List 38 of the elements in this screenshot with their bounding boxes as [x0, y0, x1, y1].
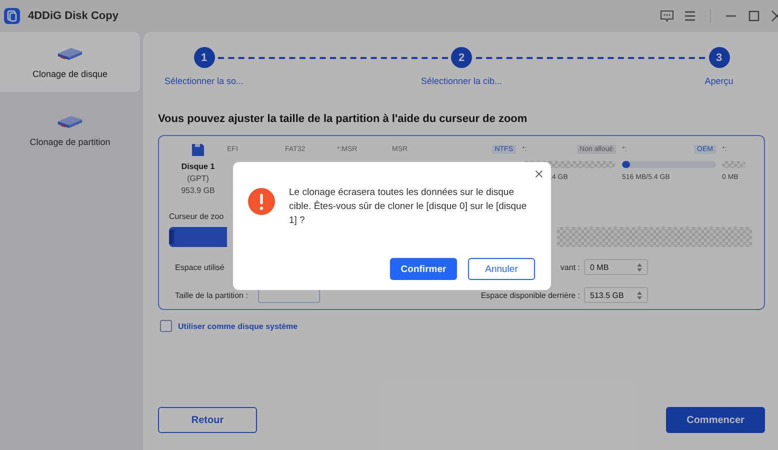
step-number: 1 [194, 47, 214, 68]
sidebar-item[interactable]: Clonage de disque [0, 32, 140, 92]
section-heading: Vous pouvez ajuster la taille de la partition à l'aide du curseur de zoom [158, 113, 528, 125]
spinner-arrows-icon[interactable] [637, 290, 642, 300]
drive-icon [56, 114, 84, 128]
step-label: Aperçu [704, 76, 734, 86]
size-input[interactable]: 513.5 GB [584, 287, 648, 303]
confirm-button[interactable]: Confirmer [390, 258, 457, 280]
cancel-button[interactable]: Annuler [468, 258, 535, 280]
disk-scheme: (GPT) [187, 174, 209, 183]
window-title: 4DDiG Disk Copy [28, 10, 118, 22]
start-button[interactable]: Commencer [666, 407, 765, 433]
warning-icon [248, 188, 275, 215]
zoom-label: Curseur de zoo [169, 212, 224, 221]
app-logo-icon [4, 8, 20, 24]
sidebar-item[interactable]: Clonage de partition [0, 100, 140, 160]
feedback-icon[interactable] [660, 10, 674, 22]
disk-size: 953.9 GB [181, 186, 215, 195]
spinner-arrows-icon[interactable] [637, 262, 642, 272]
step-label: Sélectionner la so... [164, 76, 244, 86]
step-number: 3 [708, 47, 730, 68]
checkbox-label[interactable]: Utiliser comme disque système [178, 322, 298, 330]
field-label: vant : [560, 262, 580, 272]
drive-icon [56, 46, 84, 60]
maximize-icon[interactable] [747, 10, 761, 22]
field-label: Espace utilisé [175, 262, 224, 272]
checkbox[interactable] [160, 320, 172, 332]
size-input[interactable]: 0 MB [584, 259, 648, 275]
field-label: Taille de la partition : [175, 290, 248, 300]
zoom-slider[interactable] [169, 227, 228, 247]
close-icon[interactable] [535, 170, 543, 178]
back-button[interactable]: Retour [158, 407, 257, 433]
step-label: Sélectionner la cib... [420, 76, 502, 86]
disk-name: Disque 1 [181, 162, 215, 171]
menu-icon[interactable] [683, 10, 697, 22]
step-number: 2 [451, 47, 472, 68]
dialog-message: Le clonage écrasera toutes les données sur le disque cible. Êtes-vous sûr de cloner le [disque 0] sur le [disque 1] ? [289, 186, 528, 228]
field-label: Espace disponible derrière : [480, 290, 580, 300]
